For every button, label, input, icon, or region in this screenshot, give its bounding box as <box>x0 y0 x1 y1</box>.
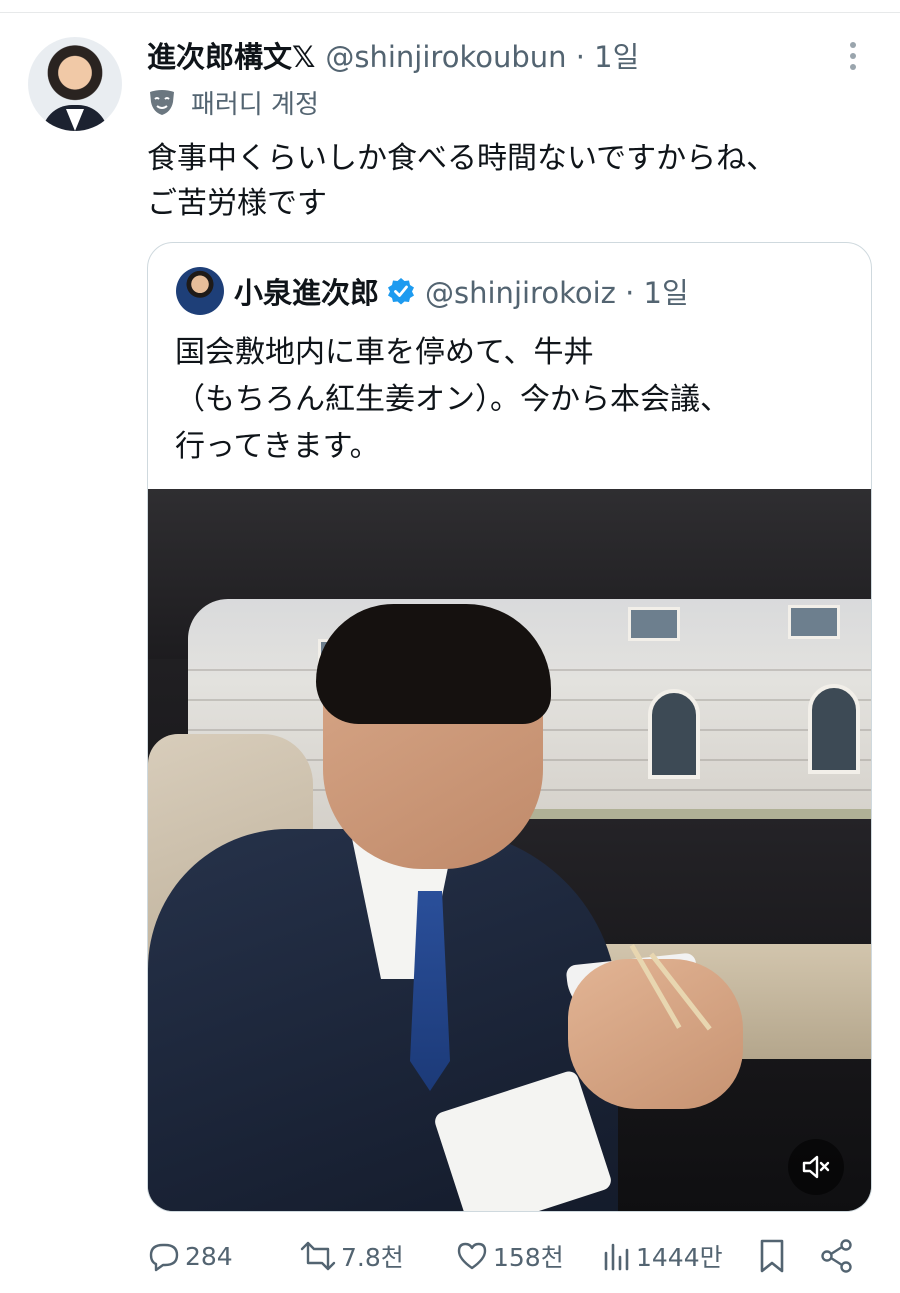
tweet-action-bar: 284 7.8천 158천 1444만 <box>147 1232 862 1280</box>
bookmark-icon <box>760 1239 784 1273</box>
quoted-text-line: 行ってきます。 <box>175 429 380 464</box>
author-line: 進次郎構文𝕏 @shinjirokoubun · 1일 <box>147 33 639 77</box>
bookmark-button[interactable] <box>757 1232 787 1280</box>
quoted-handle-text: @shinjirokoiz <box>425 276 616 310</box>
share-button[interactable] <box>819 1232 855 1280</box>
views-button[interactable]: 1444만 <box>602 1232 723 1280</box>
reply-icon <box>149 1243 179 1272</box>
author-avatar[interactable] <box>28 37 122 131</box>
quoted-author-line: 小泉進次郎 @shinjirokoiz · 1일 <box>234 269 689 313</box>
quoted-text-line: 国会敷地内に車を停めて、牛丼 <box>175 335 594 370</box>
repost-count: 7.8천 <box>341 1243 404 1272</box>
quoted-author-handle: @shinjirokoiz · 1일 <box>425 276 689 310</box>
reply-button[interactable]: 284 <box>147 1232 233 1280</box>
parody-label-text: 패러디 계정 <box>191 89 319 120</box>
repost-button[interactable]: 7.8천 <box>299 1232 404 1280</box>
quoted-tweet-card[interactable]: 小泉進次郎 @shinjirokoiz · 1일 国会敷地内に車を停めて、牛丼 … <box>147 242 872 1212</box>
video-player[interactable] <box>148 489 871 1211</box>
author-name[interactable]: 進次郎構文𝕏 <box>147 34 315 76</box>
views-icon <box>604 1243 629 1271</box>
share-icon <box>821 1239 852 1273</box>
mute-icon[interactable] <box>788 1139 844 1195</box>
person-hair <box>316 604 551 724</box>
parody-mask-icon <box>150 90 174 115</box>
quoted-timestamp: 1일 <box>643 276 689 310</box>
author-handle-text: @shinjirokoubun <box>325 40 567 74</box>
quoted-author-avatar <box>176 267 224 315</box>
views-count: 1444만 <box>636 1243 723 1272</box>
verified-badge-icon <box>387 277 415 305</box>
like-icon <box>457 1242 487 1270</box>
tweet-text-line: ご苦労様です <box>147 186 327 221</box>
parody-label: 패러디 계정 <box>147 84 319 120</box>
reply-count: 284 <box>185 1241 233 1271</box>
like-count: 158천 <box>493 1243 564 1272</box>
tweet-text-line: 食事中くらいしか食べる時間ないですからね、 <box>147 141 777 176</box>
more-icon[interactable] <box>838 38 868 74</box>
quoted-tweet-text: 国会敷地内に車を停めて、牛丼 （もちろん紅生姜オン）。今から本会議、 行ってきま… <box>175 329 855 470</box>
tweet-timestamp[interactable]: 1일 <box>594 40 639 74</box>
quoted-author-name: 小泉進次郎 <box>234 276 380 310</box>
like-button[interactable]: 158천 <box>455 1232 564 1280</box>
quoted-text-line: （もちろん紅生姜オン）。今から本会議、 <box>175 382 730 417</box>
tweet-text: 食事中くらいしか食べる時間ないですからね、 ご苦労様です <box>147 136 867 226</box>
repost-icon <box>300 1241 336 1271</box>
author-handle[interactable]: @shinjirokoubun · 1일 <box>325 34 639 76</box>
top-divider <box>0 12 900 13</box>
